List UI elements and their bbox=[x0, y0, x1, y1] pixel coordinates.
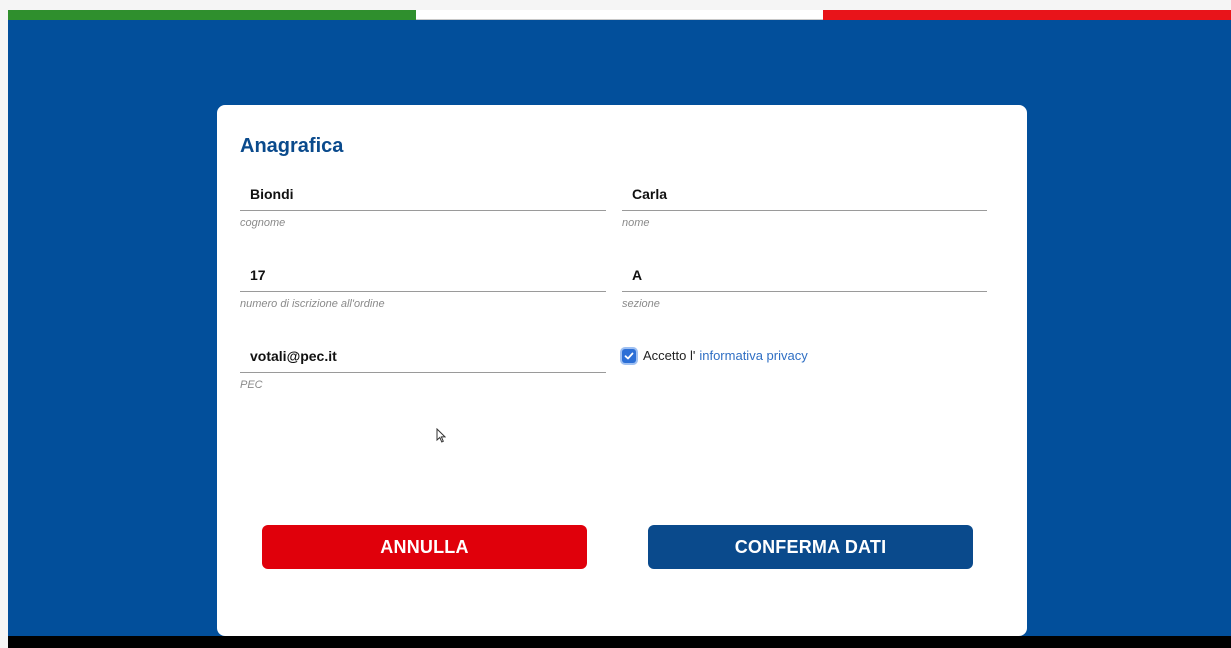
flag-red bbox=[823, 10, 1231, 20]
pec-label: PEC bbox=[240, 379, 263, 391]
surname-field: Biondi cognome bbox=[240, 177, 606, 229]
surname-label: cognome bbox=[240, 217, 286, 229]
page-background: Anagrafica Biondi cognome Carla nome 17 … bbox=[8, 10, 1231, 648]
flag-green bbox=[8, 10, 416, 20]
checkmark-icon bbox=[624, 352, 634, 359]
section-label: sezione bbox=[622, 298, 660, 310]
confirm-button[interactable]: CONFERMA DATI bbox=[648, 525, 973, 569]
form-title: Anagrafica bbox=[240, 135, 344, 157]
name-field: Carla nome bbox=[622, 177, 987, 229]
registration-number-label: numero di iscrizione all'ordine bbox=[240, 298, 385, 310]
surname-input[interactable]: Biondi bbox=[240, 177, 606, 211]
privacy-consent: Accetto l' informativa privacy bbox=[622, 348, 808, 363]
registry-form-card: Anagrafica Biondi cognome Carla nome 17 … bbox=[217, 105, 1027, 636]
pec-field: votali@pec.it PEC bbox=[240, 339, 606, 391]
privacy-policy-link[interactable]: informativa privacy bbox=[699, 348, 807, 363]
registration-number-field: 17 numero di iscrizione all'ordine bbox=[240, 258, 606, 310]
mouse-cursor-icon bbox=[436, 428, 446, 443]
registration-number-input[interactable]: 17 bbox=[240, 258, 606, 292]
section-input[interactable]: A bbox=[622, 258, 987, 292]
section-field: A sezione bbox=[622, 258, 987, 310]
name-label: nome bbox=[622, 217, 650, 229]
name-input[interactable]: Carla bbox=[622, 177, 987, 211]
italian-flag-bar bbox=[8, 10, 1231, 20]
bottom-bar bbox=[8, 636, 1231, 648]
flag-white bbox=[415, 10, 824, 20]
pec-input[interactable]: votali@pec.it bbox=[240, 339, 606, 373]
privacy-checkbox[interactable] bbox=[622, 348, 636, 363]
privacy-text: Accetto l' bbox=[643, 348, 696, 363]
cancel-button[interactable]: ANNULLA bbox=[262, 525, 587, 569]
